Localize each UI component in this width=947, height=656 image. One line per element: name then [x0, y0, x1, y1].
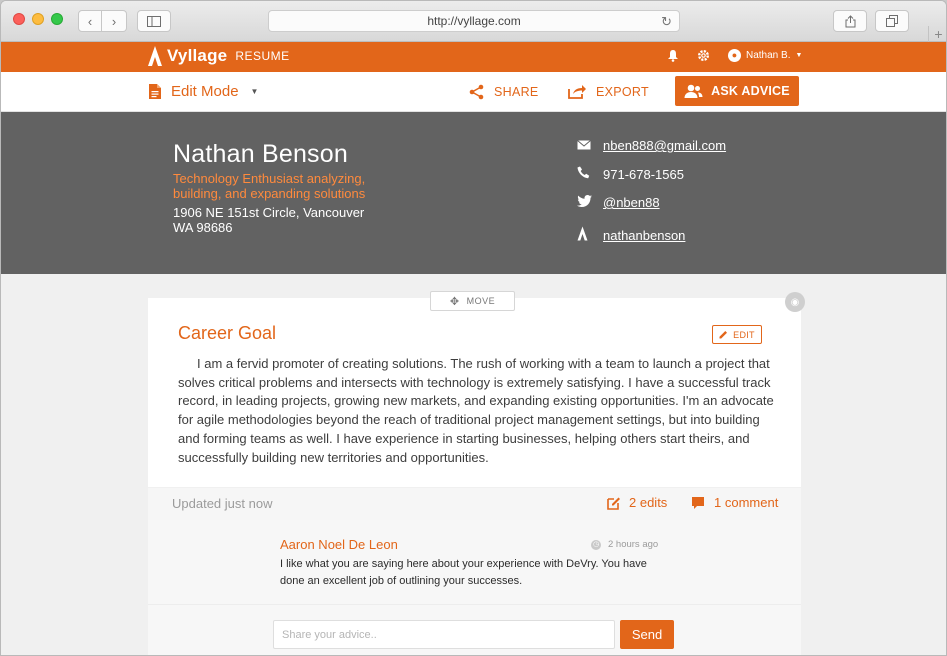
phone-number: 971-678-1565	[603, 166, 684, 182]
section-title: Career Goal	[178, 323, 277, 343]
section-body: I am a fervid promoter of creating solut…	[178, 356, 774, 465]
close-window-button[interactable]	[13, 13, 25, 25]
address-bar[interactable]: http://vyllage.com ↻	[268, 10, 680, 32]
brand-name: Vyllage	[167, 46, 228, 65]
avatar: ●	[728, 49, 741, 62]
twitter-link[interactable]: @nben88	[603, 195, 660, 210]
tent-logo-icon	[148, 46, 162, 66]
section-meta-row: Updated just now 2 edits 1 comment	[148, 487, 801, 520]
export-icon	[568, 85, 586, 99]
tabs-icon	[886, 15, 898, 27]
divider	[148, 604, 801, 605]
export-label: EXPORT	[596, 84, 649, 99]
clock-icon: ◷	[591, 539, 601, 550]
comment-text: I like what you are saying here about yo…	[280, 558, 647, 587]
comment-timestamp: ◷ 2 hours ago	[591, 539, 658, 550]
share-icon	[469, 84, 484, 100]
brand-logo[interactable]: Vyllage RESUME	[147, 45, 290, 67]
back-button[interactable]: ‹	[78, 10, 102, 32]
sidebar-icon	[147, 15, 161, 27]
contact-email: nben888@gmail.com	[577, 138, 726, 153]
contact-phone: 971-678-1565	[577, 166, 684, 182]
url-text: http://vyllage.com	[427, 14, 521, 28]
edit-section-button[interactable]: EDIT	[712, 325, 762, 344]
email-link[interactable]: nben888@gmail.com	[603, 138, 726, 153]
move-arrows-icon: ✥	[449, 295, 460, 308]
profile-address: 1906 NE 151st Circle, Vancouver WA 98686	[173, 205, 373, 235]
edits-link[interactable]: 2 edits	[607, 495, 667, 510]
profile-header: Nathan Benson Technology Enthusiast anal…	[1, 112, 946, 274]
share-button[interactable]: SHARE	[469, 84, 539, 100]
comments-panel: Aaron Noel De Leon ◷ 2 hours ago I like …	[148, 520, 801, 655]
users-icon	[684, 84, 703, 98]
comment-author[interactable]: Aaron Noel De Leon	[280, 537, 398, 552]
browser-window: ‹ › http://vyllage.com ↻ + Vyllage RESUM…	[0, 0, 947, 656]
edit-label: EDIT	[733, 329, 755, 340]
vyllage-tent-icon	[577, 226, 603, 244]
comment-icon	[692, 496, 704, 509]
edit-square-icon	[607, 497, 620, 510]
caret-down-icon: ▼	[795, 52, 803, 59]
zoom-window-button[interactable]	[51, 13, 63, 25]
website-link[interactable]: nathanbenson	[603, 228, 685, 243]
comments-count: 1 comment	[714, 495, 779, 510]
resume-toolbar: Edit Mode ▼ SHARE EXPORT ASK ADVICE	[1, 72, 946, 112]
show-tabs-button[interactable]	[875, 10, 909, 32]
plus-icon: +	[934, 26, 943, 42]
share-label: SHARE	[494, 85, 539, 99]
chevron-left-icon: ‹	[87, 13, 93, 29]
browser-chrome: ‹ › http://vyllage.com ↻ +	[1, 1, 946, 42]
move-label: MOVE	[466, 296, 496, 306]
gear-icon[interactable]	[697, 49, 710, 62]
export-button[interactable]: EXPORT	[568, 84, 649, 99]
visibility-toggle-button[interactable]: ◉	[785, 292, 805, 312]
move-section-button[interactable]: ✥ MOVE	[430, 291, 515, 311]
edit-mode-label: Edit Mode	[171, 83, 239, 100]
header-actions: ● Nathan B. ▼	[667, 49, 802, 62]
pencil-icon	[719, 331, 728, 339]
comments-link[interactable]: 1 comment	[691, 495, 778, 510]
address-line-2: WA 98686	[173, 220, 233, 235]
profile-name: Nathan Benson	[173, 140, 348, 168]
browser-share-button[interactable]	[833, 10, 867, 32]
comment-time: 2 hours ago	[608, 539, 659, 550]
brand-subtitle: RESUME	[235, 49, 290, 63]
advice-input[interactable]	[273, 620, 615, 649]
bell-icon[interactable]	[667, 49, 679, 62]
phone-icon	[577, 166, 603, 182]
contact-twitter: @nben88	[577, 195, 660, 210]
contact-website: nathanbenson	[577, 226, 685, 244]
send-button[interactable]: Send	[620, 620, 674, 649]
user-menu[interactable]: ● Nathan B. ▼	[728, 49, 802, 62]
eye-icon: ◉	[790, 296, 800, 308]
document-icon	[149, 84, 161, 99]
twitter-icon	[577, 195, 603, 210]
address-line-1: 1906 NE 151st Circle, Vancouver	[173, 205, 365, 220]
app-header-bar: Vyllage RESUME ● Nathan B. ▼	[1, 42, 946, 72]
chevron-right-icon: ›	[111, 13, 117, 29]
profile-tagline: Technology Enthusiast analyzing, buildin…	[173, 171, 366, 201]
updated-status: Updated just now	[172, 496, 273, 511]
forward-button[interactable]: ›	[102, 10, 127, 32]
minimize-window-button[interactable]	[32, 13, 44, 25]
sidebar-toggle-button[interactable]	[137, 10, 171, 32]
new-tab-button[interactable]: +	[928, 26, 946, 42]
caret-down-icon: ▼	[250, 87, 259, 96]
ask-advice-button[interactable]: ASK ADVICE	[675, 76, 799, 106]
reload-icon[interactable]: ↻	[661, 14, 672, 30]
user-name: Nathan B.	[746, 50, 791, 61]
ask-advice-label: ASK ADVICE	[711, 84, 790, 98]
share-box-icon	[845, 14, 855, 27]
envelope-icon	[577, 138, 603, 153]
edit-mode-dropdown[interactable]: Edit Mode ▼	[149, 83, 258, 100]
edits-count: 2 edits	[629, 495, 668, 510]
